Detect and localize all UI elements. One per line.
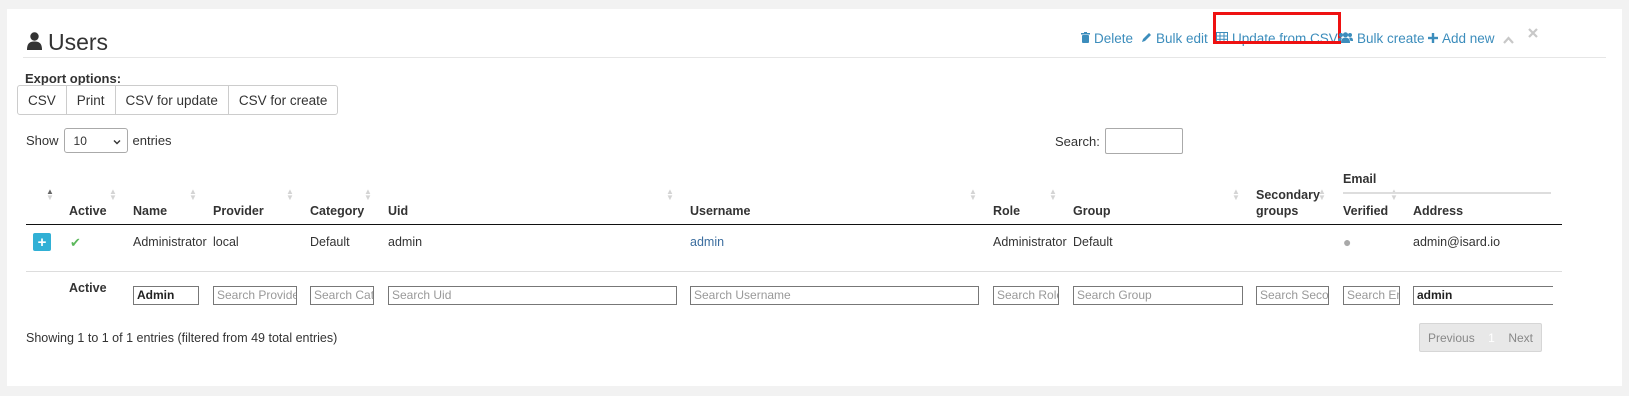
bulk-create-button[interactable]: Bulk create [1338,31,1425,46]
entries-length-select[interactable]: 10 [63,128,128,153]
users-panel: Users Delete Bulk edit Update from CSV B… [7,9,1622,386]
close-icon[interactable] [1528,25,1538,42]
add-new-button[interactable]: Add new [1428,31,1495,46]
table-info: Showing 1 to 1 of 1 entries (filtered fr… [26,331,338,345]
pagination: Previous 1 Next [1419,323,1542,352]
sort-indicator-uid[interactable]: ▲ ▼ [666,188,674,202]
plus-icon: + [37,233,47,251]
bulk-edit-label: Bulk edit [1156,31,1208,46]
column-header-verified[interactable]: Verified [1343,204,1388,218]
chevron-up-icon[interactable] [1503,31,1514,48]
highlight-box [1213,12,1341,44]
pagination-current-page[interactable]: 1 [1488,331,1495,345]
filter-role-input[interactable]: Search Role [993,286,1059,305]
show-label: Show [26,133,59,148]
chevron-down-icon [113,134,121,148]
sort-indicator-group[interactable]: ▲ ▼ [1232,188,1240,202]
pencil-icon [1141,31,1152,46]
cell-group: Default [1073,235,1113,249]
entries-label: entries [132,133,172,148]
filter-username-input[interactable]: Search Username [690,286,979,305]
sort-indicator-verified[interactable]: ▲▼ [1390,188,1398,202]
export-options-label: Export options: [25,71,122,86]
export-button-group: CSV Print CSV for update CSV for create [17,85,339,115]
column-header-provider[interactable]: Provider [213,204,264,218]
expand-row-button[interactable]: + [33,233,51,251]
search-input[interactable] [1104,128,1183,154]
column-header-name[interactable]: Name [133,204,167,218]
user-icon [27,29,42,56]
cell-uid: admin [388,235,423,249]
column-header-active[interactable]: Active [69,204,107,218]
sort-indicator-role[interactable]: ▲ ▼ [1049,188,1057,202]
sort-indicator-name[interactable]: ▲ ▼ [189,188,197,202]
trash-icon [1081,31,1090,46]
bulk-edit-button[interactable]: Bulk edit [1141,31,1208,46]
table-search: Search: [1055,128,1183,154]
export-csv-button[interactable]: CSV [17,85,67,115]
filter-category-input[interactable]: Search Category [310,286,374,305]
entries-length-control: Show 10 entries [26,128,172,153]
table-header-divider [26,224,1562,225]
pagination-previous[interactable]: Previous [1428,331,1475,345]
column-header-role[interactable]: Role [993,204,1020,218]
plus-icon [1428,31,1438,46]
column-header-uid[interactable]: Uid [388,204,408,218]
column-header-category[interactable]: Category [310,204,364,218]
sort-indicator-category[interactable]: ▲ ▼ [364,188,372,202]
delete-label: Delete [1094,31,1134,46]
filter-uid-input[interactable]: Search Uid [388,286,677,305]
email-group-divider [1343,192,1551,194]
title-divider [23,57,1606,58]
cell-address: admin@isard.io [1413,235,1501,249]
page-title: Users [27,29,108,56]
export-print-button[interactable]: Print [65,85,116,115]
add-new-label: Add new [1442,31,1495,46]
sort-indicator-active[interactable]: ▲ ▼ [109,188,117,202]
column-group-email: Email [1343,172,1377,186]
active-check-icon: ✔ [70,235,81,250]
filter-verified-input[interactable]: Search Email Verified [1343,286,1400,305]
pagination-next[interactable]: Next [1508,331,1533,345]
page-title-text: Users [48,29,109,55]
sort-indicator-provider[interactable]: ▲ ▼ [286,188,294,202]
entries-length-value: 10 [73,133,87,148]
cell-username-link[interactable]: admin [690,235,724,249]
sort-indicator-control[interactable]: ▲ ▼ [46,188,54,202]
export-csv-create-button[interactable]: CSV for create [227,85,339,115]
cell-provider: local [213,235,239,249]
cell-category: Default [310,235,350,249]
column-header-secondary-groups[interactable]: Secondary groups [1256,187,1320,219]
export-csv-update-button[interactable]: CSV for update [114,85,229,115]
sort-indicator-username[interactable]: ▲ ▼ [969,188,977,202]
column-header-address[interactable]: Address [1413,204,1463,218]
cell-name: Administrator [133,235,207,249]
column-header-group[interactable]: Group [1073,204,1111,218]
cell-role: Administrator [993,235,1067,249]
filter-address-input[interactable]: admin [1413,286,1553,305]
filter-secondary-groups-input[interactable]: Search Secondary groups [1256,286,1329,305]
bulk-create-label: Bulk create [1357,31,1425,46]
filter-group-input[interactable]: Search Group [1073,286,1243,305]
table-footer-divider [26,271,1562,272]
users-icon [1338,31,1353,46]
verified-status-dot: ● [1343,234,1352,250]
filter-name-input[interactable]: Admin [133,286,199,305]
column-header-username[interactable]: Username [690,204,750,218]
footer-active-label: Active [69,281,107,295]
delete-button[interactable]: Delete [1081,31,1133,46]
filter-provider-input[interactable]: Search Provider [213,286,297,305]
search-label: Search: [1055,133,1100,149]
